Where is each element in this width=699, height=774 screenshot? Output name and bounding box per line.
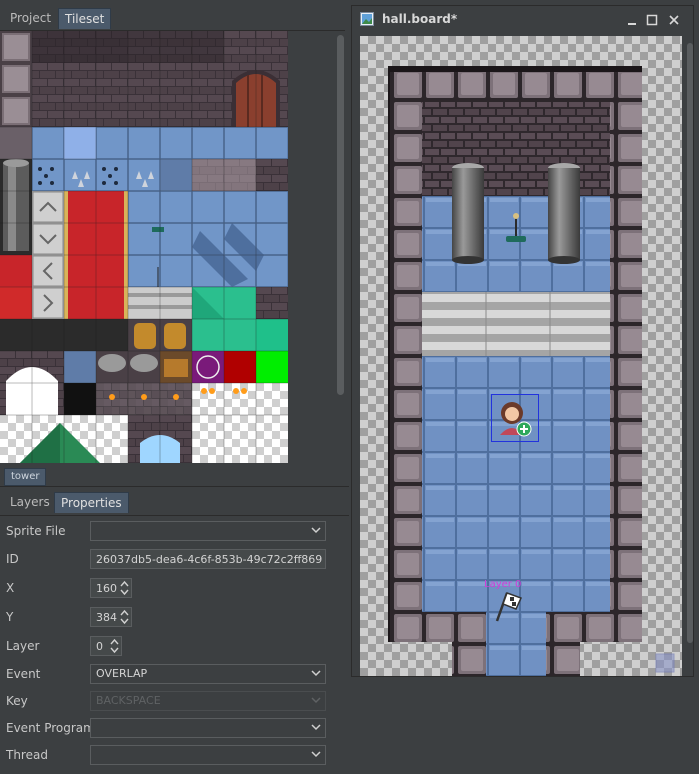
prop-row-thread: Thread [0, 743, 349, 769]
pane-divider[interactable] [0, 486, 349, 487]
prop-row-layer: Layer 0 [0, 634, 349, 660]
spinner-arrows-icon[interactable] [119, 609, 130, 625]
id-label: ID [6, 552, 19, 566]
board-file-icon [360, 12, 374, 26]
x-value: 160 [96, 582, 117, 595]
board-scrollbar[interactable] [686, 39, 694, 675]
event-label: Event [6, 667, 41, 681]
chevron-down-icon [311, 724, 321, 731]
npc-sprite-icon [500, 402, 532, 437]
prop-row-y: Y 384 [0, 605, 349, 631]
id-value: 26037db5-dea6-4c6f-853b-49c72c2ff869 [96, 553, 323, 566]
prop-row-event: Event OVERLAP [0, 662, 349, 688]
empty-panel-area [351, 678, 699, 773]
y-spinner[interactable]: 384 [90, 607, 132, 627]
prop-row-id: ID 26037db5-dea6-4c6f-853b-49c72c2ff869 [0, 547, 349, 573]
spinner-arrows-icon[interactable] [109, 638, 120, 654]
key-value: BACKSPACE [96, 694, 161, 707]
tileset-canvas[interactable] [0, 31, 288, 463]
event-value: OVERLAP [96, 667, 148, 680]
chevron-down-icon [311, 670, 321, 677]
event-program-select[interactable] [90, 718, 326, 738]
start-flag-icon[interactable] [491, 589, 527, 623]
tileset-scroll-thumb[interactable] [337, 35, 344, 395]
maximize-icon[interactable] [646, 14, 658, 26]
board-window-titlebar[interactable]: hall.board* [352, 6, 693, 34]
sprite-file-select[interactable] [90, 521, 326, 541]
key-select: BACKSPACE [90, 691, 326, 711]
tab-tileset[interactable]: Tileset [58, 8, 112, 29]
board-window-title: hall.board* [382, 12, 458, 26]
event-program-label: Event Program [6, 721, 95, 735]
tab-layers[interactable]: Layers [4, 492, 56, 512]
left-tab-bar: Project Tileset [0, 0, 345, 31]
tab-properties[interactable]: Properties [54, 492, 129, 513]
selected-sprite-box[interactable] [491, 394, 539, 442]
tileset-scrollbar[interactable] [336, 33, 345, 463]
board-scroll-thumb[interactable] [687, 43, 693, 643]
thread-select[interactable] [90, 745, 326, 765]
sprite-file-label: Sprite File [6, 524, 66, 538]
board-window: hall.board* Layer 0 [351, 5, 694, 677]
y-value: 384 [96, 611, 117, 624]
layer-label: Layer [6, 639, 40, 653]
prop-row-sprite-file: Sprite File [0, 519, 349, 545]
key-label: Key [6, 694, 28, 708]
prop-row-event-program: Event Program [0, 716, 349, 742]
event-select[interactable]: OVERLAP [90, 664, 326, 684]
thread-label: Thread [6, 748, 48, 762]
chevron-down-icon [311, 527, 321, 534]
chevron-down-icon [311, 751, 321, 758]
minimize-icon[interactable] [626, 14, 638, 26]
tab-project[interactable]: Project [4, 8, 57, 28]
layer-value: 0 [96, 640, 103, 653]
properties-panel: Sprite File ID 26037db5-dea6-4c6f-853b-4… [0, 515, 349, 774]
prop-row-key: Key BACKSPACE [0, 689, 349, 715]
y-label: Y [6, 610, 14, 624]
id-field[interactable]: 26037db5-dea6-4c6f-853b-49c72c2ff869 [90, 549, 326, 569]
x-label: X [6, 581, 15, 595]
prop-row-x: X 160 [0, 576, 349, 602]
chevron-down-icon [311, 697, 321, 704]
bottom-tab-bar: Layers Properties [0, 490, 349, 514]
tileset-image [0, 31, 288, 463]
board-canvas[interactable]: Layer 0 [360, 36, 682, 676]
close-icon[interactable] [668, 14, 680, 26]
x-spinner[interactable]: 160 [90, 578, 132, 598]
spinner-arrows-icon[interactable] [119, 580, 130, 596]
tileset-tab-tower[interactable]: tower [4, 468, 47, 486]
layer-spinner[interactable]: 0 [90, 636, 122, 656]
